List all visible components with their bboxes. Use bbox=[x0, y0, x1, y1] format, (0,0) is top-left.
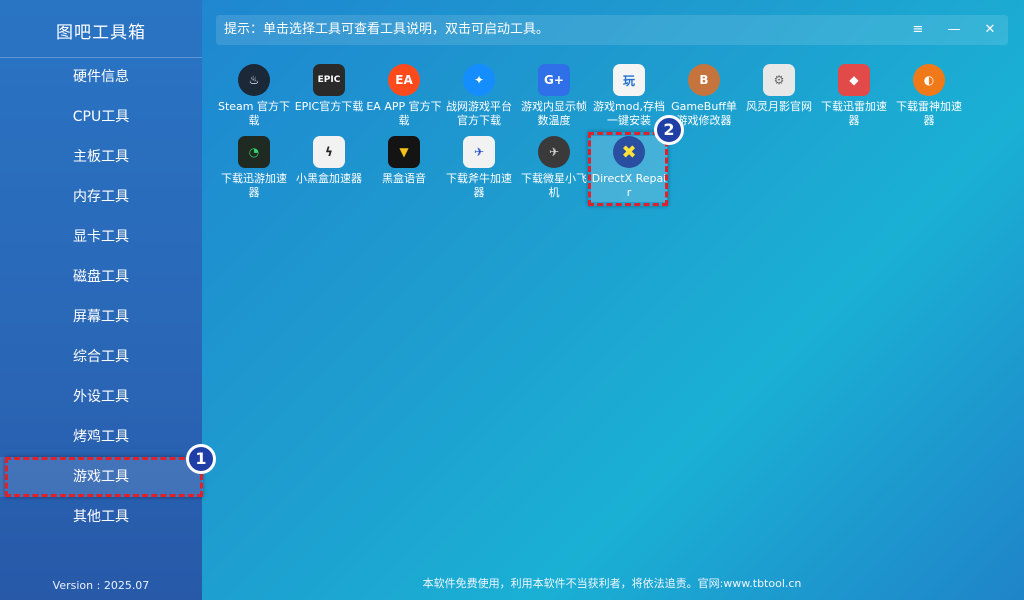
tool-mod-install[interactable]: 玩 游戏mod,存档一键安装 bbox=[591, 64, 667, 128]
steam-icon: ♨ bbox=[238, 64, 270, 96]
tool-ea-app[interactable]: EA EA APP 官方下载 bbox=[366, 64, 442, 128]
sidebar-item-stress-test-tools[interactable]: 烤鸡工具 bbox=[0, 417, 202, 457]
sidebar-item-peripheral-tools[interactable]: 外设工具 bbox=[0, 377, 202, 417]
hint-bar: 提示：单击选择工具可查看工具说明，双击可启动工具。 ≡ — ✕ bbox=[216, 15, 1008, 45]
battlenet-icon: ✦ bbox=[463, 64, 495, 96]
mod-install-icon: 玩 bbox=[613, 64, 645, 96]
tool-label: 黑盒语音 bbox=[382, 172, 426, 185]
leishen-icon: ◐ bbox=[913, 64, 945, 96]
sidebar-item-cpu-tools[interactable]: CPU工具 bbox=[0, 97, 202, 137]
trainer-icon: ⚙ bbox=[763, 64, 795, 96]
funiu-icon: ✈ bbox=[463, 136, 495, 168]
heybox-accel-icon: ϟ bbox=[313, 136, 345, 168]
tool-label: 小黑盒加速器 bbox=[296, 172, 362, 185]
tool-label: 下载迅游加速器 bbox=[221, 172, 287, 199]
tool-fps-overlay[interactable]: G+ 游戏内显示帧数温度 bbox=[516, 64, 592, 128]
tool-label: 战网游戏平台官方下载 bbox=[446, 100, 512, 127]
xunlei-accel-icon: ◆ bbox=[838, 64, 870, 96]
tool-xunlei-accelerator[interactable]: ◆ 下载迅雷加速器 bbox=[816, 64, 892, 128]
step-badge-1: 1 bbox=[186, 444, 216, 474]
app-title: 图吧工具箱 bbox=[56, 23, 146, 43]
menu-icon[interactable]: ≡ bbox=[900, 15, 936, 45]
sidebar-item-other-tools[interactable]: 其他工具 bbox=[0, 497, 202, 537]
tool-heybox-accelerator[interactable]: ϟ 小黑盒加速器 bbox=[291, 136, 367, 186]
sidebar-item-motherboard-tools[interactable]: 主板工具 bbox=[0, 137, 202, 177]
tool-battlenet[interactable]: ✦ 战网游戏平台官方下载 bbox=[441, 64, 517, 128]
minimize-icon[interactable]: — bbox=[936, 15, 972, 45]
gamebuff-icon: B bbox=[688, 64, 720, 96]
hint-text: 提示：单击选择工具可查看工具说明，双击可启动工具。 bbox=[224, 22, 550, 37]
afterburner-icon: ✈ bbox=[538, 136, 570, 168]
fps-overlay-icon: G+ bbox=[538, 64, 570, 96]
version-label: Version : 2025.07 bbox=[52, 579, 150, 592]
tool-funiu-accelerator[interactable]: ✈ 下载斧牛加速器 bbox=[441, 136, 517, 200]
highlight-game-tools bbox=[5, 457, 203, 497]
sidebar-item-screen-tools[interactable]: 屏幕工具 bbox=[0, 297, 202, 337]
sidebar-item-general-tools[interactable]: 综合工具 bbox=[0, 337, 202, 377]
tool-label: 游戏内显示帧数温度 bbox=[521, 100, 587, 127]
epic-icon: EPIC bbox=[313, 64, 345, 96]
tool-steam[interactable]: ♨ Steam 官方下载 bbox=[216, 64, 292, 128]
tool-label: 下载斧牛加速器 bbox=[446, 172, 512, 199]
tool-epic[interactable]: EPIC EPIC官方下载 bbox=[291, 64, 367, 114]
sidebar: 图吧工具箱 硬件信息 CPU工具 主板工具 内存工具 显卡工具 磁盘工具 屏幕工… bbox=[0, 0, 202, 600]
step-badge-2: 2 bbox=[654, 115, 684, 145]
close-icon[interactable]: ✕ bbox=[972, 15, 1008, 45]
xunyou-icon: ◔ bbox=[238, 136, 270, 168]
sidebar-item-memory-tools[interactable]: 内存工具 bbox=[0, 177, 202, 217]
tool-leishen-accelerator[interactable]: ◐ 下载雷神加速器 bbox=[891, 64, 967, 128]
tool-label: 下载微星小飞机 bbox=[521, 172, 587, 199]
tool-label: 风灵月影官网 bbox=[746, 100, 812, 113]
tool-heybox-voice[interactable]: ▼ 黑盒语音 bbox=[366, 136, 442, 186]
highlight-directx-repair bbox=[588, 132, 668, 206]
footer-notice: 本软件免费使用，利用本软件不当获利者，将依法追责。官网:www.tbtool.c… bbox=[422, 577, 802, 590]
tool-label: EPIC官方下载 bbox=[294, 100, 364, 113]
sidebar-item-hardware-info[interactable]: 硬件信息 bbox=[0, 57, 202, 97]
heybox-voice-icon: ▼ bbox=[388, 136, 420, 168]
sidebar-item-gpu-tools[interactable]: 显卡工具 bbox=[0, 217, 202, 257]
sidebar-item-disk-tools[interactable]: 磁盘工具 bbox=[0, 257, 202, 297]
ea-icon: EA bbox=[388, 64, 420, 96]
tool-trainer-site[interactable]: ⚙ 风灵月影官网 bbox=[741, 64, 817, 114]
tool-label: 下载迅雷加速器 bbox=[821, 100, 887, 127]
tool-label: EA APP 官方下载 bbox=[366, 100, 442, 127]
tool-xunyou-accelerator[interactable]: ◔ 下载迅游加速器 bbox=[216, 136, 292, 200]
tool-label: 下载雷神加速器 bbox=[896, 100, 962, 127]
tool-afterburner[interactable]: ✈ 下载微星小飞机 bbox=[516, 136, 592, 200]
tool-label: Steam 官方下载 bbox=[217, 100, 290, 127]
